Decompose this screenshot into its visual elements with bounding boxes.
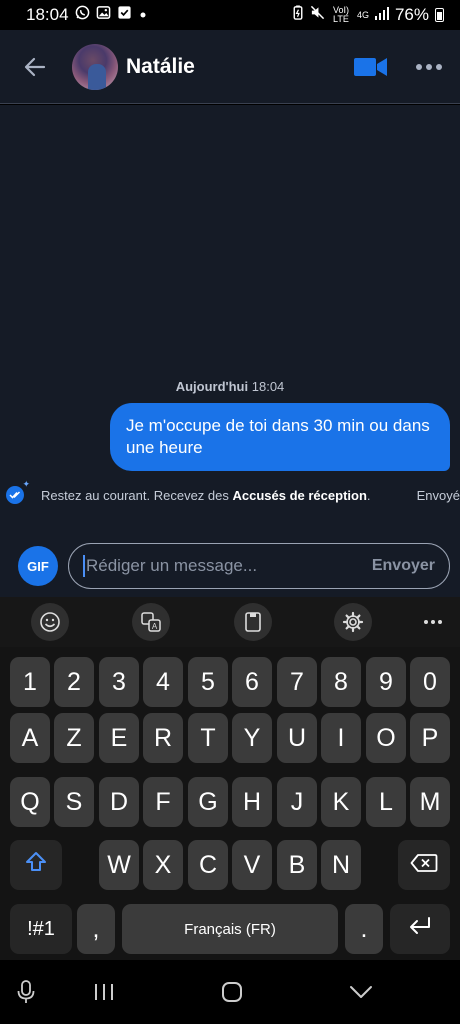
comma-key[interactable]: , xyxy=(77,904,115,954)
key-h[interactable]: H xyxy=(232,777,272,827)
key-d[interactable]: D xyxy=(99,777,139,827)
key-m[interactable]: M xyxy=(410,777,450,827)
key-c[interactable]: C xyxy=(188,840,228,890)
outgoing-message-bubble[interactable]: Je m'occupe de toi dans 30 min ou dans u… xyxy=(110,403,450,471)
period-key[interactable]: . xyxy=(345,904,383,954)
enter-icon xyxy=(407,915,433,944)
message-text: Je m'occupe de toi dans 30 min ou dans u… xyxy=(126,416,430,457)
navigation-bar xyxy=(0,960,460,1024)
key-8[interactable]: 8 xyxy=(321,657,361,707)
key-p[interactable]: P xyxy=(410,713,450,763)
volte-icon: VoI) LTE xyxy=(332,5,349,24)
backspace-icon xyxy=(410,851,438,880)
sent-status: Envoyé xyxy=(416,487,460,503)
gallery-icon xyxy=(96,5,111,25)
message-input[interactable] xyxy=(86,556,372,576)
key-w[interactable]: W xyxy=(99,840,139,890)
key-r[interactable]: R xyxy=(143,713,183,763)
key-6[interactable]: 6 xyxy=(232,657,272,707)
read-receipt-icon: ✦ xyxy=(6,480,30,504)
status-left: 18:04 xyxy=(26,5,148,25)
key-l[interactable]: L xyxy=(366,777,406,827)
date-time: 18:04 xyxy=(251,379,285,394)
home-icon[interactable] xyxy=(220,980,244,1004)
conversation-area[interactable]: Aujourd'hui 18:04 Je m'occupe de toi dan… xyxy=(0,105,460,535)
status-right: VoI) LTE 4G 76% xyxy=(292,5,444,25)
text-caret xyxy=(83,555,85,577)
shift-key[interactable] xyxy=(10,840,62,890)
emoji-icon[interactable] xyxy=(31,603,69,641)
more-icon[interactable] xyxy=(416,63,442,70)
contact-name[interactable]: Natálie xyxy=(126,55,195,79)
composer: GIF Envoyer xyxy=(0,535,460,597)
read-receipt-banner[interactable]: ✦ Restez au courant. Recevez des Accusés… xyxy=(0,480,460,510)
key-1[interactable]: 1 xyxy=(10,657,50,707)
space-key[interactable]: Français (FR) xyxy=(122,904,338,954)
key-n[interactable]: N xyxy=(321,840,361,890)
battery-level: 76% xyxy=(394,5,429,24)
key-k[interactable]: K xyxy=(321,777,361,827)
key-4[interactable]: 4 xyxy=(143,657,183,707)
keyboard-toolbar: A xyxy=(0,597,460,647)
key-y[interactable]: Y xyxy=(232,713,272,763)
symbols-key[interactable]: !#1 xyxy=(10,904,72,954)
send-button[interactable]: Envoyer xyxy=(372,557,435,575)
read-receipt-link[interactable]: Accusés de réception xyxy=(233,488,367,503)
key-s[interactable]: S xyxy=(54,777,94,827)
status-time: 18:04 xyxy=(26,5,69,24)
key-5[interactable]: 5 xyxy=(188,657,228,707)
status-bar: 18:04 VoI) LTE 4G 76% xyxy=(0,0,460,30)
translate-icon[interactable]: A xyxy=(132,603,170,641)
key-v[interactable]: V xyxy=(232,840,272,890)
back-arrow-icon[interactable] xyxy=(20,52,50,82)
date-separator: Aujourd'hui 18:04 xyxy=(0,379,460,394)
avatar[interactable] xyxy=(72,43,118,90)
key-o[interactable]: O xyxy=(366,713,406,763)
chat-header: Natálie xyxy=(0,30,460,104)
read-receipt-text: Restez au courant. Recevez des Accusés d… xyxy=(41,487,371,503)
dot-icon xyxy=(138,5,148,25)
key-x[interactable]: X xyxy=(143,840,183,890)
gif-button[interactable]: GIF xyxy=(18,546,58,586)
key-g[interactable]: G xyxy=(188,777,228,827)
key-z[interactable]: Z xyxy=(54,713,94,763)
keyboard: 1 2 3 4 5 6 7 8 9 0 A Z E R T Y U I O P … xyxy=(0,647,460,960)
key-t[interactable]: T xyxy=(188,713,228,763)
key-b[interactable]: B xyxy=(277,840,317,890)
key-a[interactable]: A xyxy=(10,713,50,763)
back-chevron-icon[interactable] xyxy=(348,980,374,1004)
key-f[interactable]: F xyxy=(143,777,183,827)
svg-text:A: A xyxy=(152,622,158,631)
key-q[interactable]: Q xyxy=(10,777,50,827)
4g-icon: 4G xyxy=(356,9,369,20)
clipboard-icon[interactable] xyxy=(234,603,272,641)
battery-icon xyxy=(435,8,444,22)
battery-saver-icon xyxy=(292,5,304,25)
key-i[interactable]: I xyxy=(321,713,361,763)
key-j[interactable]: J xyxy=(277,777,317,827)
message-field[interactable]: Envoyer xyxy=(68,543,450,589)
whatsapp-icon xyxy=(75,5,90,25)
mute-icon xyxy=(310,5,325,25)
video-call-icon[interactable] xyxy=(354,56,388,78)
key-e[interactable]: E xyxy=(99,713,139,763)
checkbox-icon xyxy=(117,5,132,25)
shift-icon xyxy=(24,850,48,881)
backspace-key[interactable] xyxy=(398,840,450,890)
recent-apps-icon[interactable] xyxy=(92,980,116,1004)
key-2[interactable]: 2 xyxy=(54,657,94,707)
key-9[interactable]: 9 xyxy=(366,657,406,707)
key-u[interactable]: U xyxy=(277,713,317,763)
signal-icon xyxy=(374,5,389,25)
key-7[interactable]: 7 xyxy=(277,657,317,707)
settings-icon[interactable] xyxy=(334,603,372,641)
date-label: Aujourd'hui xyxy=(175,379,249,394)
sparkle-icon: ✦ xyxy=(22,480,30,489)
enter-key[interactable] xyxy=(390,904,450,954)
key-3[interactable]: 3 xyxy=(99,657,139,707)
keyboard-more-icon[interactable] xyxy=(424,620,442,624)
key-0[interactable]: 0 xyxy=(410,657,450,707)
mic-icon[interactable] xyxy=(14,980,38,1004)
